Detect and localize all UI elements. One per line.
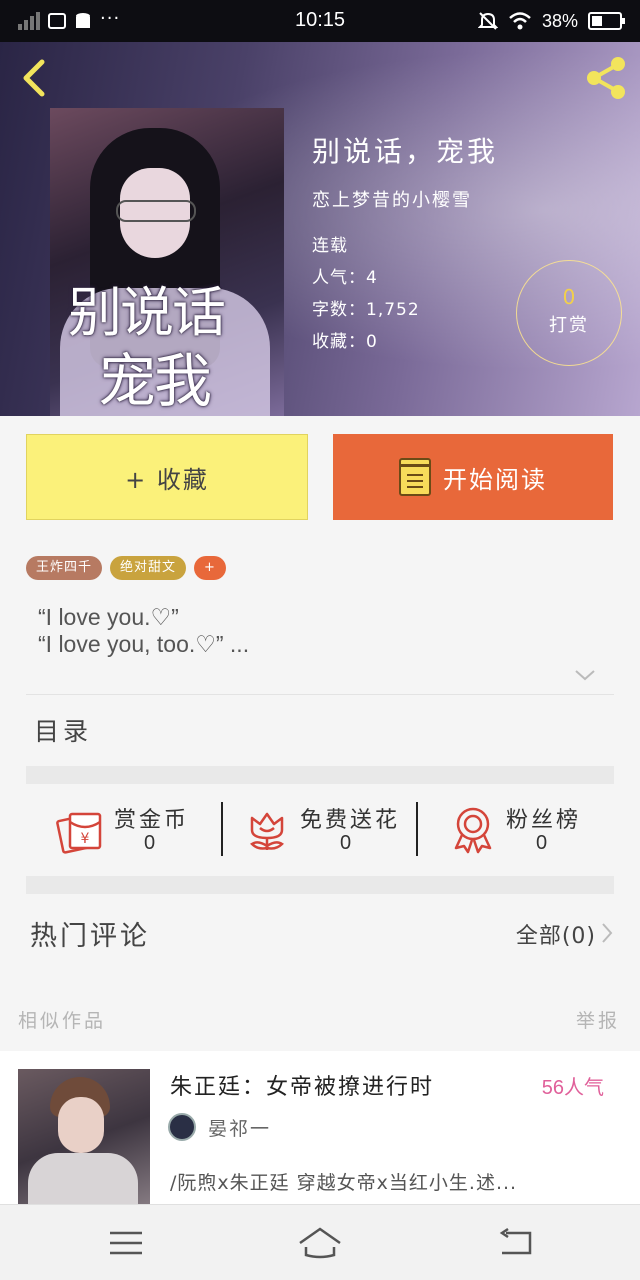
tag-0[interactable]: 王炸四千 xyxy=(26,556,103,580)
collect-label: + 收藏 xyxy=(125,465,209,494)
start-reading-button[interactable]: 开始阅读 xyxy=(333,434,613,520)
stat-label: 免费送花 xyxy=(300,808,401,833)
status-right-icons: 38% xyxy=(477,8,625,34)
reward-count: 0 xyxy=(562,285,576,309)
book-description[interactable]: “I love you.♡” “I love you, too.♡” ... xyxy=(38,604,249,658)
book-title: 别说话，宠我 xyxy=(312,135,499,168)
stat-value: 0 xyxy=(144,832,156,854)
battery-icon xyxy=(588,12,625,30)
description-line1: “I love you.♡” xyxy=(38,604,179,630)
wifi-icon xyxy=(509,12,531,30)
free-flowers[interactable]: 免费送花 0 xyxy=(242,798,412,864)
section-separator xyxy=(26,876,614,894)
svg-text:¥: ¥ xyxy=(81,831,90,847)
add-tag-button[interactable]: + xyxy=(194,556,226,580)
report-button[interactable]: 举报 xyxy=(576,1006,620,1033)
stat-divider xyxy=(416,802,418,856)
book-header: 别说话 宠我 别说话，宠我 恋上梦昔的小樱雪 连载 人气：4 字数：1,752 … xyxy=(0,42,640,416)
stat-label: 粉丝榜 xyxy=(506,808,582,833)
reward-button[interactable]: 0 打赏 xyxy=(516,260,622,366)
similar-work-author: 晏祁一 xyxy=(208,1118,272,1140)
book-favorites: 收藏：0 xyxy=(312,332,378,352)
book-status: 连载 xyxy=(312,236,348,256)
gold-coin-reward[interactable]: ¥ 赏金币 0 xyxy=(56,798,206,864)
tag-1[interactable]: 绝对甜文 xyxy=(110,556,187,580)
menu-icon[interactable] xyxy=(106,1225,146,1261)
similar-works-label: 相似作品 xyxy=(18,1010,107,1032)
share-icon[interactable] xyxy=(582,54,630,102)
back-chevron-icon[interactable] xyxy=(14,56,58,100)
flower-icon xyxy=(250,812,284,850)
tag-list: 王炸四千 绝对甜文 + xyxy=(26,556,226,580)
stat-value: 0 xyxy=(536,832,548,854)
chevron-down-icon[interactable] xyxy=(574,668,596,682)
back-icon[interactable] xyxy=(496,1225,536,1261)
book-author[interactable]: 恋上梦昔的小樱雪 xyxy=(312,186,498,212)
fan-ranking[interactable]: 粉丝榜 0 xyxy=(448,798,598,864)
chevron-right-icon[interactable] xyxy=(600,922,614,944)
status-bar: ··· 10:15 38% xyxy=(0,0,640,42)
reward-label: 打赏 xyxy=(549,315,589,336)
stat-divider xyxy=(221,802,223,856)
similar-work-item[interactable]: 朱正廷：女帝被撩进行时 56人气 晏祁一 /阮煦x朱正廷 穿越女帝x当红小生.述… xyxy=(0,1051,640,1211)
start-reading-label: 开始阅读 xyxy=(443,465,547,494)
similar-work-title: 朱正廷：女帝被撩进行时 xyxy=(170,1075,435,1100)
mute-icon xyxy=(477,12,498,30)
book-info: 别说话，宠我 恋上梦昔的小樱雪 连载 人气：4 字数：1,752 收藏：0 xyxy=(312,130,498,358)
description-line2: “I love you, too.♡” ... xyxy=(38,631,250,657)
hot-comments-title: 热门评论 xyxy=(30,921,150,952)
similar-work-popularity: 56人气 xyxy=(541,1077,604,1099)
home-icon[interactable] xyxy=(298,1225,342,1261)
book-popularity: 人气：4 xyxy=(312,268,378,288)
collect-button[interactable]: + 收藏 xyxy=(26,434,308,520)
all-comments-link[interactable]: 全部(0) xyxy=(516,918,596,950)
medal-icon xyxy=(454,807,492,854)
book-cover-image: 别说话 宠我 xyxy=(50,108,284,416)
similar-work-cover xyxy=(18,1069,150,1211)
cover-title-line2: 宠我 xyxy=(98,347,212,415)
book-icon xyxy=(399,458,431,496)
divider xyxy=(26,694,614,695)
book-word-count: 字数：1,752 xyxy=(312,300,420,320)
stat-label: 赏金币 xyxy=(114,808,190,833)
author-avatar xyxy=(168,1113,196,1141)
section-separator xyxy=(26,766,614,784)
system-nav-bar xyxy=(0,1204,640,1280)
battery-percent: 38% xyxy=(541,10,578,31)
red-envelope-icon: ¥ xyxy=(56,812,102,854)
stat-value: 0 xyxy=(340,832,352,854)
similar-work-description: /阮煦x朱正廷 穿越女帝x当红小生.述... xyxy=(170,1172,518,1194)
table-of-contents[interactable]: 目录 xyxy=(34,712,92,748)
